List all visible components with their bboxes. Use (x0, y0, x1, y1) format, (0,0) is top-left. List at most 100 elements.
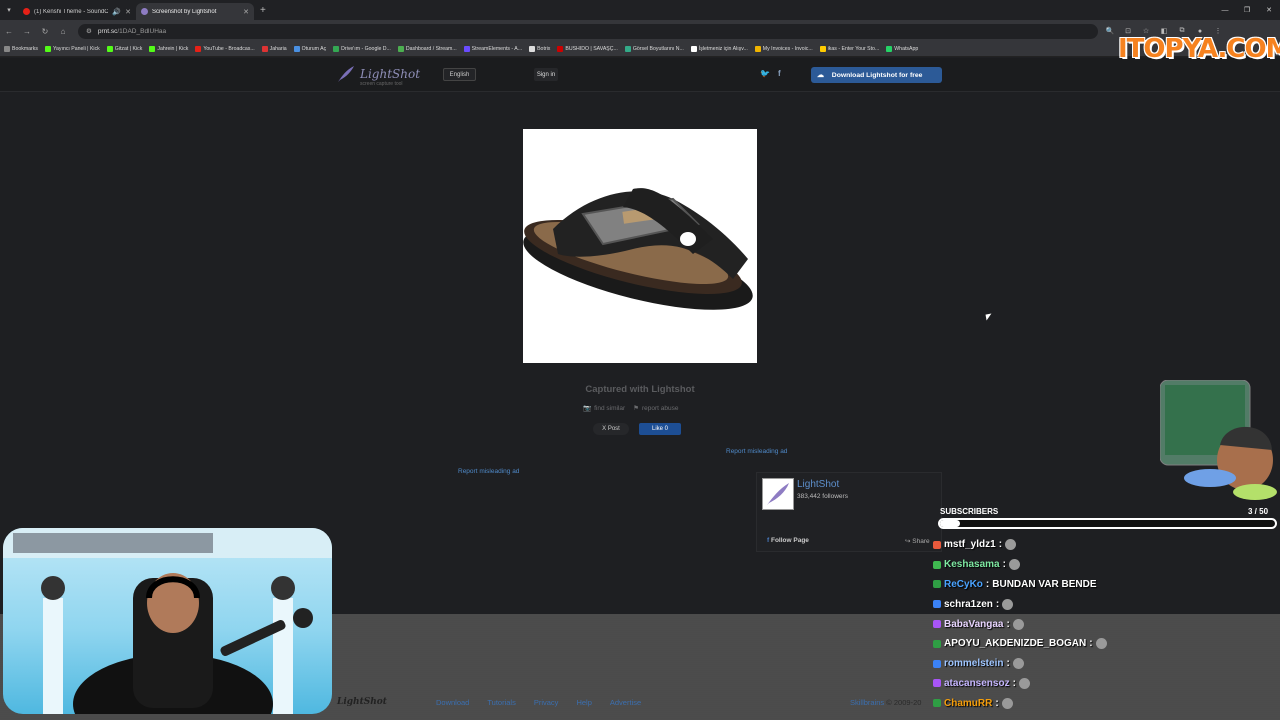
chat-separator: : (1002, 559, 1006, 571)
bookmark-label: StreamElements - A... (471, 46, 523, 52)
footer-link-tutorials[interactable]: Tutorials (487, 698, 515, 707)
screenshot-image[interactable] (523, 129, 757, 363)
chat-separator: : (995, 598, 1000, 610)
find-similar-label: find similar (594, 404, 626, 412)
language-select[interactable]: English (443, 68, 476, 81)
tab-lightshot[interactable]: Screenshot by Lightshot ✕ (136, 3, 254, 20)
bookmark-item[interactable]: Jahrein | Kick (149, 46, 188, 52)
facebook-like-button[interactable]: Like 0 (639, 423, 681, 435)
footer-link-help[interactable]: Help (576, 698, 591, 707)
home-icon[interactable]: ⌂ (54, 27, 72, 36)
reload-icon[interactable]: ↻ (36, 27, 54, 36)
find-similar-link[interactable]: 📷 find similar (583, 404, 626, 413)
bookmark-item[interactable]: Botrix (529, 46, 550, 52)
bookmark-favicon-icon (886, 46, 893, 52)
bookmark-item[interactable]: Jaharia (261, 46, 287, 52)
subscriber-badge-icon (933, 540, 941, 549)
bookmark-item[interactable]: YouTube - Broadcas... (195, 46, 255, 52)
footer-link-privacy[interactable]: Privacy (534, 698, 559, 707)
bookmark-favicon-icon (529, 46, 536, 52)
lightshot-logo[interactable]: LightShot screen capture tool (336, 64, 420, 87)
bookmark-label: Jahrein | Kick (157, 46, 189, 52)
follow-page-button[interactable]: f Follow Page (767, 537, 809, 544)
window-controls: — ❐ ✕ (1214, 0, 1280, 20)
sandal-image (523, 188, 753, 310)
bookmarks-bar: Bookmarks Yayıncı Paneli | Kick Gitzat | K… (0, 42, 1280, 57)
chat-separator: : (1089, 638, 1093, 650)
bookmark-item[interactable]: ikas - Enter Your Sto... (819, 46, 879, 52)
bookmark-item[interactable]: WhatsApp (886, 46, 918, 52)
chat-username: Keshasama (944, 559, 1000, 571)
chat-username: BabaVangaa (944, 618, 1004, 630)
bookmark-item[interactable]: Oturum Aç (293, 46, 326, 52)
bookmark-favicon-icon (819, 46, 826, 52)
bookmark-item[interactable]: StreamElements - A... (463, 46, 523, 52)
chat-message: rommelstein : (933, 654, 1273, 674)
close-window-icon[interactable]: ✕ (1258, 0, 1280, 20)
forward-icon[interactable]: → (18, 27, 36, 36)
sign-in-button[interactable]: Sign in (534, 68, 558, 81)
page-avatar[interactable] (762, 478, 794, 510)
close-tab-icon[interactable]: ✕ (243, 8, 249, 16)
subscriber-badge-icon (933, 679, 941, 688)
footer-logo[interactable]: LightShot (337, 697, 387, 707)
footer-link-advertise[interactable]: Advertise (610, 698, 641, 707)
bookmark-item[interactable]: İşletmeniz için Alışv... (690, 46, 748, 52)
subscriber-badge-icon (933, 659, 941, 668)
zoom-icon[interactable]: 🔍 (1104, 25, 1116, 37)
report-ad-link-right[interactable]: Report misleading ad (726, 448, 787, 455)
bookmark-item[interactable]: Drive'ım - Google D... (333, 46, 391, 52)
company-link[interactable]: Skillbrains (850, 698, 884, 707)
youtube-favicon-icon (23, 8, 30, 15)
bookmark-item[interactable]: Görsel Boyutlarını N... (624, 46, 684, 52)
speaker-icon[interactable]: 🔊 (112, 8, 121, 16)
bookmark-item[interactable]: Bookmarks (4, 46, 38, 52)
footer-link-download[interactable]: Download (436, 698, 469, 707)
bookmark-item[interactable]: Yayıncı Paneli | Kick (44, 46, 100, 52)
share-button[interactable]: ↪ Share (905, 537, 930, 545)
streamer-webcam-image (3, 528, 332, 714)
chat-message: atacansensoz : (933, 674, 1273, 694)
chat-message: Keshasama : (933, 555, 1273, 575)
maximize-icon[interactable]: ❐ (1236, 0, 1258, 20)
report-ad-link-left[interactable]: Report misleading ad (458, 468, 519, 475)
report-abuse-link[interactable]: ⚑ report abuse (633, 404, 678, 413)
back-icon[interactable]: ← (0, 27, 18, 36)
close-tab-icon[interactable]: ✕ (125, 8, 131, 16)
chat-separator: : (998, 539, 1003, 551)
bookmark-label: İşletmeniz için Alışv... (698, 46, 748, 52)
bookmark-label: Jaharia (269, 46, 287, 52)
bookmark-item[interactable]: Gitzat | Kick (106, 46, 142, 52)
tab-search-icon[interactable]: ▾ (0, 0, 18, 20)
logo-tagline: screen capture tool (360, 81, 403, 87)
bookmark-item[interactable]: My Invoices - Invoic... (754, 46, 813, 52)
chat-separator: : (985, 578, 990, 590)
site-info-icon[interactable]: ⚙ (86, 27, 92, 35)
x-post-button[interactable]: X Post (593, 423, 629, 435)
chat-message: APOYU_AKDENIZDE_BOGAN : (933, 634, 1273, 654)
tab-soundcloud[interactable]: (1) Kenshi Theme - SoundC 🔊 ✕ (18, 3, 136, 20)
page-name[interactable]: LightShot (797, 479, 839, 490)
cartoon-avatar-image (1159, 379, 1277, 500)
minimize-icon[interactable]: — (1214, 0, 1236, 20)
new-tab-icon[interactable]: + (260, 5, 266, 16)
facebook-icon[interactable]: f (778, 69, 781, 78)
chat-emote-icon (1012, 658, 1024, 670)
chat-username: APOYU_AKDENIZDE_BOGAN (944, 638, 1087, 650)
feather-icon (338, 66, 354, 82)
browser-toolbar: ← → ↻ ⌂ ⚙ prnt.sc/1DAD_BdlUHaa 🔍 ⊡ ☆ ◧ ⧉… (0, 20, 1280, 42)
bookmark-item[interactable]: Dashboard / Stream... (397, 46, 457, 52)
download-button[interactable]: ☁ Download Lightshot for free (811, 67, 942, 83)
bookmark-item[interactable]: BUSHIDO | SAVAŞÇ... (557, 46, 618, 52)
social-links: 🐦 f (760, 69, 781, 78)
bookmark-favicon-icon (261, 46, 268, 52)
chat-separator: : (995, 697, 999, 709)
chat-separator: : (1006, 618, 1010, 630)
chat-message: ReCyKo : BUNDAN VAR BENDE (933, 575, 1273, 595)
tab-title: Screenshot by Lightshot (152, 8, 217, 15)
bookmark-label: Görsel Boyutlarını N... (632, 46, 684, 52)
address-bar[interactable]: ⚙ prnt.sc/1DAD_BdlUHaa (78, 23, 1098, 39)
bookmark-favicon-icon (690, 46, 697, 52)
chat-separator: : (1012, 677, 1016, 689)
twitter-icon[interactable]: 🐦 (760, 69, 770, 78)
